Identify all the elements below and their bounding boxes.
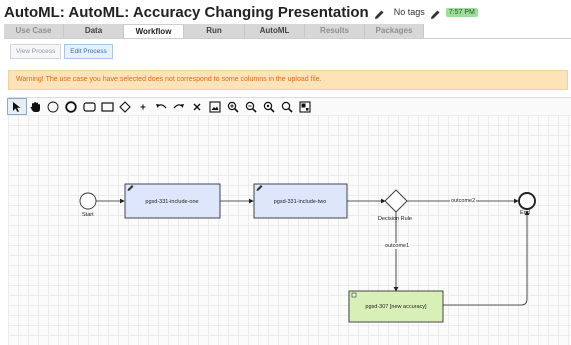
task-icon[interactable] [80, 99, 98, 114]
minimap-icon[interactable] [296, 99, 314, 114]
undo-icon[interactable] [152, 99, 170, 114]
tab-run[interactable]: Run [184, 24, 245, 38]
page-title: AutoML: AutoML: Accuracy Changing Presen… [4, 3, 369, 21]
tabs-divider [4, 38, 571, 39]
end-label: End [520, 210, 530, 216]
end-event[interactable] [518, 192, 536, 210]
image-icon[interactable] [206, 99, 224, 114]
zoom-fit-icon[interactable] [260, 99, 278, 114]
view-process-button[interactable]: View Process [10, 44, 62, 59]
hand-icon[interactable] [26, 99, 44, 114]
task2-label: pgsd-331-include-two [274, 199, 327, 205]
decision-gateway[interactable] [384, 189, 408, 213]
redo-icon[interactable] [170, 99, 188, 114]
pointer-icon[interactable] [7, 98, 27, 115]
plus-icon[interactable] [134, 99, 152, 114]
process-subtabs: View Process Edit Process [10, 44, 113, 59]
tab-workflow[interactable]: Workflow [124, 24, 184, 39]
end-event-icon[interactable] [62, 99, 80, 114]
edit-tags-pencil-icon[interactable] [430, 7, 441, 19]
diagram-toolbar [7, 97, 571, 116]
warning-banner: Warning! The use case you have selected … [8, 70, 568, 90]
tags-label: No tags [393, 7, 425, 17]
header: AutoML: AutoML: Accuracy Changing Presen… [4, 3, 478, 21]
workflow-diagram: pgsd-331-include-one pgsd-331-include-tw… [79, 183, 536, 323]
zoom-reset-icon[interactable] [278, 99, 296, 114]
edit-process-button[interactable]: Edit Process [64, 44, 113, 59]
tab-use-case[interactable]: Use Case [4, 24, 64, 38]
subprocess-icon[interactable] [98, 99, 116, 114]
start-event[interactable] [79, 192, 97, 210]
start-label: Start [82, 212, 94, 218]
gateway-icon[interactable] [116, 99, 134, 114]
tab-automl[interactable]: AutoML [245, 24, 305, 38]
task3-label: pgsd-307 [new accuracy] [365, 304, 427, 310]
delete-icon[interactable] [188, 99, 206, 114]
task-pgsd-331-include-one[interactable]: pgsd-331-include-one [124, 183, 221, 219]
task-pgsd-307-new-accuracy[interactable]: pgsd-307 [new accuracy] [348, 290, 444, 323]
edit-title-pencil-icon[interactable] [374, 7, 385, 19]
tab-data[interactable]: Data [64, 24, 124, 38]
main-tabs: Use Case Data Workflow Run AutoML Result… [4, 24, 424, 39]
workflow-canvas[interactable]: pgsd-331-include-one pgsd-331-include-tw… [8, 115, 571, 345]
zoom-in-icon[interactable] [224, 99, 242, 114]
tab-results[interactable]: Results [305, 24, 365, 38]
zoom-out-icon[interactable] [242, 99, 260, 114]
subprocess-marker-icon [351, 292, 357, 298]
tab-packages[interactable]: Packages [365, 24, 424, 38]
start-event-icon[interactable] [44, 99, 62, 114]
task-pgsd-331-include-two[interactable]: pgsd-331-include-two [253, 183, 348, 219]
gateway-label: Decision Rule [378, 216, 412, 222]
outcome1-label: outcome1 [384, 243, 411, 249]
outcome2-label: outcome2 [450, 198, 477, 204]
flow-task3-to-end[interactable] [443, 210, 530, 306]
time-badge: 7:57 PM [445, 7, 478, 17]
task1-label: pgsd-331-include-one [145, 199, 198, 205]
